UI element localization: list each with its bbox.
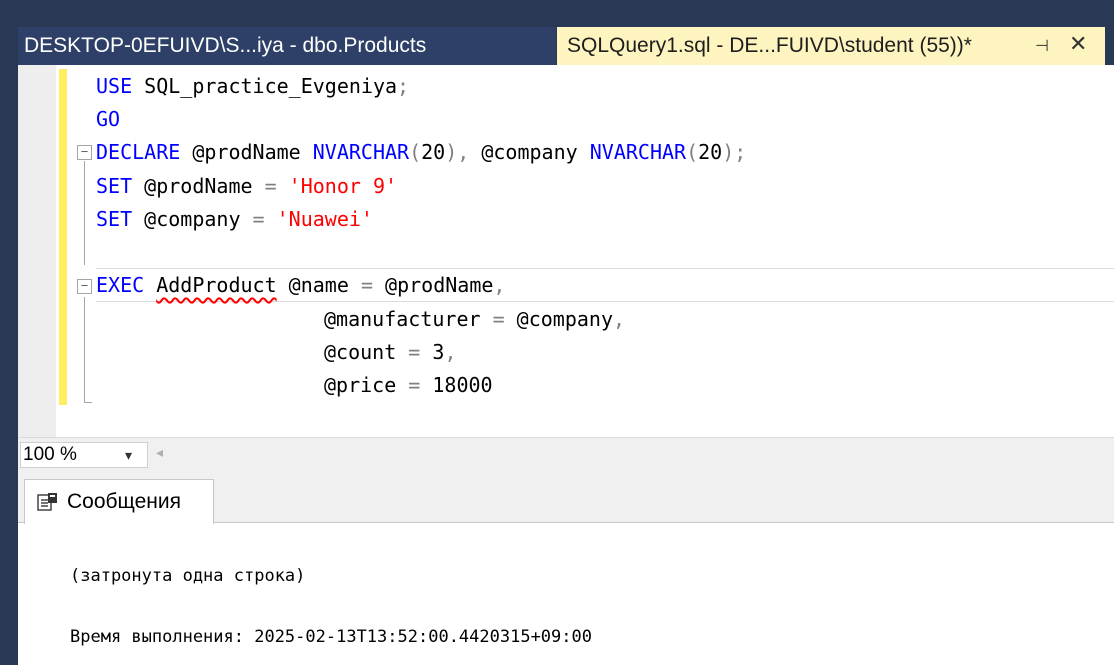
number: 3	[420, 340, 445, 364]
type: NVARCHAR	[312, 140, 410, 164]
variable: @prodName	[372, 273, 494, 297]
tab-sqlquery1[interactable]: SQLQuery1.sql - DE...FUIVD\student (55))…	[557, 27, 1105, 65]
keyword: USE	[96, 74, 133, 98]
code-line-8: @manufacturer = @company,	[324, 304, 625, 334]
tab-label: DESKTOP-0EFUIVD\S...iya - dbo.Products	[24, 34, 427, 57]
collapse-exec-icon[interactable]: −	[77, 279, 92, 294]
collapse-declare-icon[interactable]: −	[77, 145, 92, 160]
punctuation: (	[409, 140, 422, 164]
code-line-1: USE SQL_practice_Evgeniya;	[96, 71, 409, 101]
code-line-9: @count = 3,	[324, 337, 456, 367]
fold-guide-line	[84, 161, 85, 265]
number: 20	[698, 140, 723, 164]
code-line-10: @price = 18000	[324, 370, 493, 400]
window-left-edge	[0, 65, 18, 665]
code-line-5: SET @company = 'Nuawei'	[96, 204, 373, 234]
parameter: @manufacturer	[324, 307, 493, 331]
keyword: SET	[96, 207, 133, 231]
procedure-name: AddProduct	[156, 273, 277, 297]
operator: =	[264, 174, 277, 198]
scroll-left-icon[interactable]: ◂	[156, 444, 163, 461]
operator: =	[360, 273, 373, 297]
document-tab-bar: DESKTOP-0EFUIVD\S...iya - dbo.Products S…	[0, 0, 1114, 72]
fold-guide-line	[84, 297, 85, 403]
variable: @company	[469, 140, 590, 164]
close-icon[interactable]: ✕	[1069, 31, 1087, 57]
variable: @prodName	[180, 140, 313, 164]
tab-label: SQLQuery1.sql - DE...FUIVD\student (55))…	[567, 34, 972, 57]
variable: @company	[504, 307, 613, 331]
punctuation: ,	[444, 340, 457, 364]
variable: @company	[132, 207, 253, 231]
keyword: GO	[96, 107, 121, 131]
string-literal: 'Nuawei'	[264, 207, 373, 231]
parameter: @count	[324, 340, 409, 364]
pin-icon[interactable]: ⊣	[1035, 36, 1049, 56]
fold-end-marker	[84, 393, 92, 403]
message-line: (затронута одна строка)	[70, 566, 306, 586]
operator: =	[408, 340, 421, 364]
code-line-2: GO	[96, 104, 120, 134]
type: NVARCHAR	[589, 140, 687, 164]
messages-icon	[37, 493, 57, 511]
variable: @prodName	[132, 174, 265, 198]
punctuation: (	[686, 140, 699, 164]
results-panel: Сообщения (затронута одна строка) Время …	[18, 471, 1114, 665]
punctuation: ;	[397, 74, 410, 98]
string-literal: 'Honor 9'	[276, 174, 398, 198]
parameter: @name	[276, 273, 361, 297]
code-line-4: SET @prodName = 'Honor 9'	[96, 171, 397, 201]
identifier: SQL_practice_Evgeniya	[132, 74, 398, 98]
code-line-7: EXEC AddProduct @name = @prodName,	[96, 270, 505, 300]
keyword: SET	[96, 174, 133, 198]
punctuation: ),	[445, 140, 470, 164]
chevron-down-icon[interactable]: ▾	[125, 443, 132, 467]
tab-messages[interactable]: Сообщения	[24, 479, 214, 524]
operator: =	[492, 307, 505, 331]
results-tab-strip: Сообщения	[18, 471, 1114, 524]
tab-dbo-products[interactable]: DESKTOP-0EFUIVD\S...iya - dbo.Products	[18, 27, 556, 65]
unsaved-change-indicator	[59, 69, 67, 405]
operator: =	[408, 373, 421, 397]
tab-label: Сообщения	[67, 490, 181, 513]
editor-status-row: 100 % ▾ ◂	[18, 437, 1114, 471]
code-line-3: DECLARE @prodName NVARCHAR(20), @company…	[96, 137, 746, 167]
punctuation: ,	[613, 307, 626, 331]
editor-gutter	[18, 65, 56, 437]
query-editor[interactable]: − − USE SQL_practice_Evgeniya; GO DECLAR…	[18, 65, 1114, 437]
zoom-value: 100 %	[23, 444, 77, 465]
execution-time-line: Время выполнения: 2025-02-13T13:52:00.44…	[70, 627, 592, 647]
keyword: EXEC	[96, 273, 145, 297]
punctuation: ,	[493, 273, 506, 297]
operator: =	[252, 207, 265, 231]
keyword: DECLARE	[96, 140, 181, 164]
number: 18000	[420, 373, 493, 397]
parameter: @price	[324, 373, 409, 397]
number: 20	[421, 140, 446, 164]
zoom-dropdown[interactable]: 100 % ▾	[20, 442, 148, 468]
punctuation: );	[722, 140, 747, 164]
